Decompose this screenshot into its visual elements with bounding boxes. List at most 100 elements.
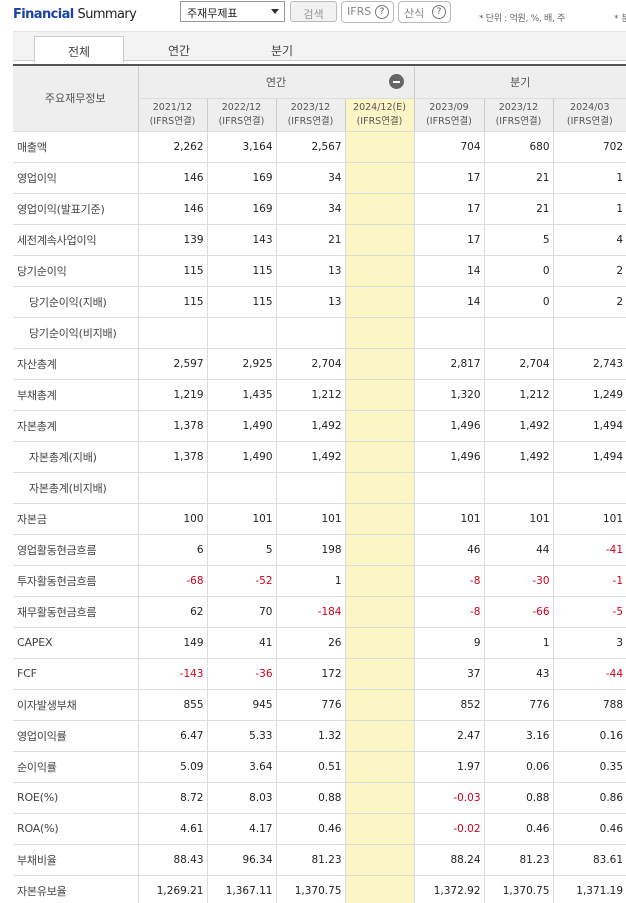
table-cell: -0.03 — [413, 782, 484, 814]
table-row: 부채총계 1,219 1,435 1,212 1,320 1,212 1,249 — [13, 379, 626, 411]
statement-type-select[interactable]: 주재무제표 — [180, 1, 285, 22]
table-cell: 1,435 — [206, 379, 276, 411]
table-cell: 115 — [206, 255, 276, 287]
table-cell — [344, 751, 414, 783]
row-label: 당기순이익(비지배) — [13, 317, 138, 349]
table-row: CAPEX 149 41 26 9 1 3 — [13, 627, 626, 659]
table-row: 부채비율 88.43 96.34 81.23 88.24 81.23 83.61 — [13, 844, 626, 876]
table-cell: 1 — [483, 627, 553, 659]
table-cell: 1,496 — [413, 441, 484, 473]
table-row: FCF -143 -36 172 37 43 -44 — [13, 658, 626, 690]
table-cell: 2 — [552, 255, 626, 287]
tab-annual[interactable]: 연간 — [134, 36, 224, 62]
table-cell: -8 — [413, 565, 484, 597]
table-cell: 0.46 — [483, 813, 553, 845]
table-cell: 5.09 — [137, 751, 207, 783]
period-tabs: 전체 연간 분기 — [13, 31, 626, 63]
table-cell — [344, 503, 414, 535]
row-label: 부채비율 — [13, 844, 138, 876]
table-cell: 3.16 — [483, 720, 553, 752]
table-cell: -5 — [552, 596, 626, 628]
table-cell: 1,367.11 — [206, 875, 276, 903]
table-cell: 146 — [137, 162, 207, 194]
table-cell: 88.24 — [413, 844, 484, 876]
table-cell: 115 — [206, 286, 276, 318]
table-cell: -1 — [552, 565, 626, 597]
table-cell: 2,817 — [413, 348, 484, 380]
table-cell: 17 — [413, 162, 484, 194]
table-cell: 1,492 — [483, 410, 553, 442]
tab-quarter[interactable]: 분기 — [237, 36, 327, 62]
table-cell: 1,372.92 — [413, 875, 484, 903]
table-cell: 1,371.19 — [552, 875, 626, 903]
table-row: 당기순이익(비지배) — [13, 317, 626, 349]
tab-all[interactable]: 전체 — [34, 36, 124, 63]
table-cell: 5 — [206, 534, 276, 566]
table-cell — [344, 534, 414, 566]
table-cell: 0.88 — [483, 782, 553, 814]
table-cell: 34 — [275, 193, 345, 225]
column-period: 2023/09 — [429, 101, 469, 113]
formula-label: 산식 — [404, 7, 425, 20]
table-cell — [344, 162, 414, 194]
table-cell: 198 — [275, 534, 345, 566]
table-cell: 1,212 — [275, 379, 345, 411]
table-cell: 101 — [483, 503, 553, 535]
table-cell: 101 — [206, 503, 276, 535]
table-cell: 139 — [137, 224, 207, 256]
table-cell: 21 — [275, 224, 345, 256]
table-cell — [344, 286, 414, 318]
table-cell: -143 — [137, 658, 207, 690]
table-cell: 1,370.75 — [275, 875, 345, 903]
search-button[interactable]: 검색 — [290, 1, 337, 22]
table-cell — [344, 782, 414, 814]
table-cell: 17 — [413, 224, 484, 256]
row-label: 매출액 — [13, 131, 138, 163]
table-cell: -30 — [483, 565, 553, 597]
column-period: 2021/12 — [152, 101, 193, 113]
table-cell — [344, 348, 414, 380]
table-cell — [344, 131, 414, 163]
table-cell: 14 — [413, 255, 484, 287]
ifrs-help-button[interactable]: IFRS ? — [341, 1, 394, 23]
table-cell — [344, 255, 414, 287]
table-cell — [344, 317, 414, 349]
table-cell: 8.72 — [137, 782, 207, 814]
table-cell — [137, 472, 207, 504]
table-cell: 1,269.21 — [137, 875, 207, 903]
table-cell: 41 — [206, 627, 276, 659]
row-label: 투자활동현금흐름 — [13, 565, 138, 597]
table-cell — [206, 317, 276, 349]
group-annual-label: 연간 — [265, 75, 287, 89]
financial-summary-table: 주요재무정보 연간 분기 2021/12 (IFRS연결) 2022/12 (IFRS… — [13, 64, 626, 903]
table-cell: 2,925 — [206, 348, 276, 380]
table-cell: 1,249 — [552, 379, 626, 411]
row-label: CAPEX — [13, 627, 138, 659]
column-period: 2023/12 — [498, 101, 539, 113]
table-cell: -8 — [413, 596, 484, 628]
formula-help-button[interactable]: 산식 ? — [398, 1, 451, 23]
column-basis: (IFRS연결) — [356, 115, 403, 127]
table-cell: 6.47 — [137, 720, 207, 752]
table-cell — [344, 472, 414, 504]
table-cell: 143 — [206, 224, 276, 256]
table-cell: 788 — [552, 689, 626, 721]
table-cell: 4.61 — [137, 813, 207, 845]
table-cell: 1,212 — [483, 379, 553, 411]
row-label: FCF — [13, 658, 138, 690]
row-label: 자본총계(지배) — [13, 441, 138, 473]
table-cell: 34 — [275, 162, 345, 194]
column-header: 2024/03 (IFRS연결) — [552, 98, 626, 132]
column-header: 2021/12 (IFRS연결) — [137, 98, 207, 132]
column-header: 2022/12 (IFRS연결) — [206, 98, 276, 132]
table-cell: 1,496 — [413, 410, 484, 442]
toolbar: Financial Summary 주재무제표 검색 IFRS ? 산식 ? *… — [0, 0, 626, 32]
collapse-icon[interactable] — [388, 74, 404, 89]
table-cell: 945 — [206, 689, 276, 721]
table-row: ROE(%) 8.72 8.03 0.88 -0.03 0.88 0.86 — [13, 782, 626, 814]
table-cell: 169 — [206, 162, 276, 194]
table-cell: 1,492 — [275, 410, 345, 442]
table-cell — [344, 410, 414, 442]
row-label: 당기순이익 — [13, 255, 138, 287]
column-period: 2022/12 — [221, 101, 262, 113]
